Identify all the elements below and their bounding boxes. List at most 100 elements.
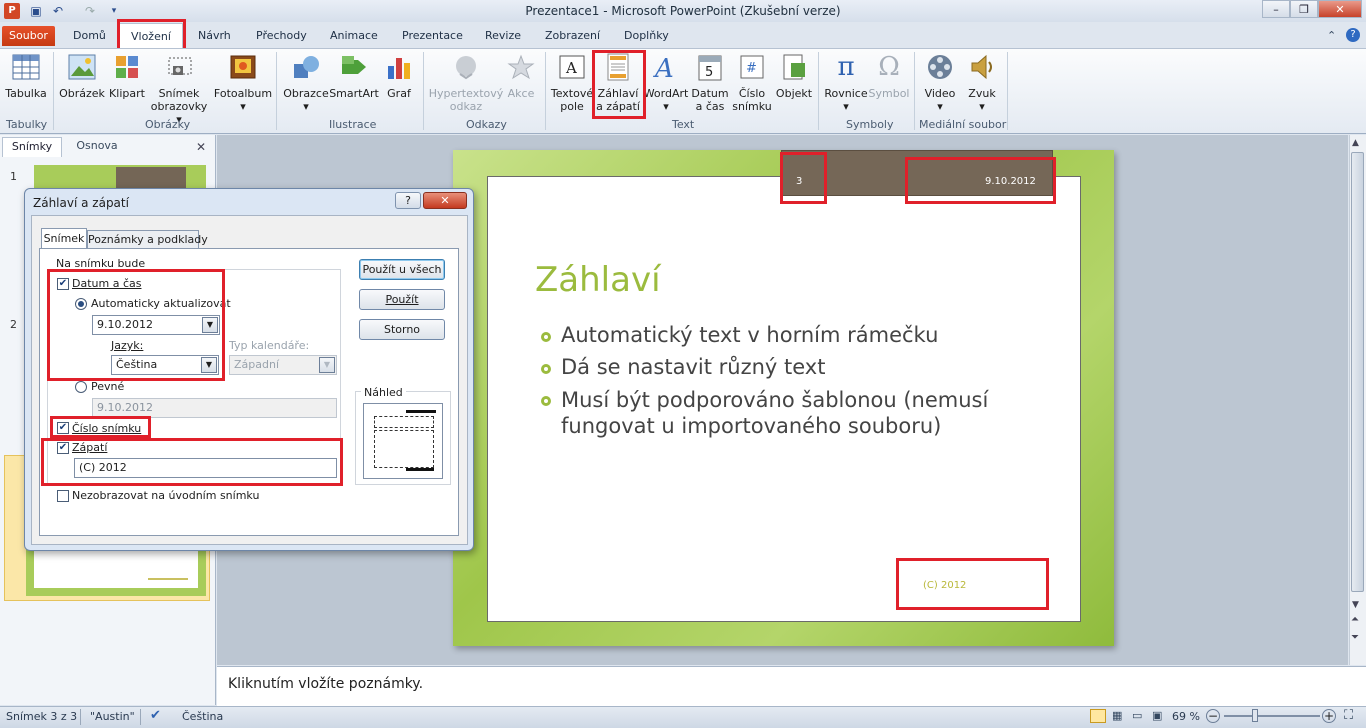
photo-album-button[interactable]: Fotoalbum ▾ <box>212 52 274 113</box>
next-slide-icon[interactable]: ⏷ <box>1351 632 1359 643</box>
svg-text:A: A <box>653 54 674 81</box>
auto-update-label[interactable]: Automaticky aktualizovat <box>91 297 231 310</box>
dropdown-arrow-icon[interactable]: ▼ <box>319 357 335 373</box>
status-language[interactable]: Čeština <box>182 710 223 723</box>
previous-slide-icon[interactable]: ⏶ <box>1351 614 1359 625</box>
bullet-icon <box>541 364 551 374</box>
equation-button[interactable]: π Rovnice ▾ <box>823 52 869 113</box>
datetime-label[interactable]: Datum a čas <box>72 277 141 290</box>
scroll-thumb[interactable] <box>1351 152 1364 592</box>
tab-design[interactable]: Návrh <box>198 29 231 42</box>
slide-canvas[interactable]: 3 9.10.2012 Záhlaví Automatický text v h… <box>453 150 1114 646</box>
preview-dashed-box <box>374 430 434 468</box>
slideshow-icon[interactable]: ▣ <box>1152 709 1162 722</box>
screenshot-button[interactable]: Snímek obrazovky ▾ <box>148 52 210 126</box>
tab-animations[interactable]: Animace <box>330 29 378 42</box>
language-label: Jazyk: <box>111 339 144 352</box>
zoom-slider-thumb[interactable] <box>1252 709 1258 722</box>
header-footer-button[interactable]: Záhlaví a zápatí <box>594 52 642 113</box>
apply-button[interactable]: Použít <box>359 289 445 310</box>
maximize-button[interactable]: ❐ <box>1290 0 1318 18</box>
fixed-date-label[interactable]: Pevné <box>91 380 124 393</box>
zoom-in-icon[interactable]: + <box>1322 709 1336 723</box>
table-icon <box>11 52 41 82</box>
preview-dashed-box <box>374 416 434 428</box>
spellcheck-icon[interactable]: ✔ <box>150 708 161 723</box>
date-time-button[interactable]: 5 Datum a čas <box>690 52 730 113</box>
dropdown-arrow-icon[interactable]: ▼ <box>202 317 218 333</box>
close-window-button[interactable]: ✕ <box>1318 0 1362 18</box>
dialog-close-button[interactable]: ✕ <box>423 192 467 209</box>
minimize-button[interactable]: – <box>1262 0 1290 18</box>
footer-label[interactable]: Zápatí <box>72 441 107 454</box>
smartart-button[interactable]: SmartArt <box>329 52 379 100</box>
zoom-out-icon[interactable]: − <box>1206 709 1220 723</box>
apply-to-all-button[interactable]: Použít u všech <box>359 259 445 280</box>
table-button[interactable]: Tabulka <box>4 52 48 100</box>
action-button[interactable]: Akce <box>504 52 538 100</box>
clipart-button[interactable]: Klipart <box>108 52 146 100</box>
auto-update-radio[interactable] <box>75 298 87 310</box>
zoom-slider[interactable] <box>1224 715 1320 717</box>
tab-file[interactable]: Soubor <box>2 26 55 46</box>
textbox-button[interactable]: A Textové pole <box>551 52 593 113</box>
tab-view[interactable]: Zobrazení <box>545 29 600 42</box>
reading-view-icon[interactable]: ▭ <box>1132 709 1142 722</box>
symbol-button[interactable]: Ω Symbol <box>868 52 910 100</box>
date-format-combobox[interactable]: 9.10.2012 ▼ <box>92 315 220 335</box>
scroll-up-icon[interactable]: ▲ <box>1352 138 1359 148</box>
scroll-down-icon[interactable]: ▼ <box>1352 600 1359 610</box>
preview-thumbnail <box>363 403 443 479</box>
film-reel-icon <box>925 52 955 82</box>
tab-home[interactable]: Domů <box>73 29 106 42</box>
audio-button[interactable]: Zvuk ▾ <box>964 52 1000 113</box>
tab-addins[interactable]: Doplňky <box>624 29 669 42</box>
fixed-date-radio[interactable] <box>75 381 87 393</box>
calendar-type-combobox[interactable]: Západní ▼ <box>229 355 337 375</box>
slide-number-button[interactable]: # Číslo snímku <box>732 52 772 113</box>
ribbon-separator <box>423 52 424 130</box>
ribbon-separator <box>1007 52 1008 130</box>
tab-slide[interactable]: Snímek <box>41 228 87 249</box>
tab-transitions[interactable]: Přechody <box>256 29 307 42</box>
bullet-text-3[interactable]: Musí být podporováno šablonou (nemusí fu… <box>561 387 1031 439</box>
close-pane-icon[interactable]: ✕ <box>196 140 206 154</box>
cancel-button[interactable]: Storno <box>359 319 445 340</box>
video-button[interactable]: Video ▾ <box>920 52 960 113</box>
hide-on-title-slide-checkbox[interactable] <box>57 490 69 502</box>
hide-on-title-slide-label[interactable]: Nezobrazovat na úvodním snímku <box>72 489 259 502</box>
tab-notes-handouts[interactable]: Poznámky a podklady <box>87 230 208 249</box>
bullet-text-2[interactable]: Dá se nastavit různý text <box>561 355 825 379</box>
hyperlink-button[interactable]: Hypertextový odkaz <box>429 52 503 113</box>
fit-slide-icon[interactable]: ⛶ <box>1344 708 1353 723</box>
tab-review[interactable]: Revize <box>485 29 521 42</box>
normal-view-icon[interactable] <box>1090 709 1106 723</box>
footer-text-input[interactable]: (C) 2012 <box>74 458 337 478</box>
bullet-icon <box>541 332 551 342</box>
picture-button[interactable]: Obrázek <box>58 52 106 100</box>
zoom-level[interactable]: 69 % <box>1172 710 1200 723</box>
dropdown-arrow-icon[interactable]: ▼ <box>201 357 217 373</box>
tab-insert[interactable]: Vložení <box>131 30 171 43</box>
slide-sorter-icon[interactable]: ▦ <box>1112 709 1122 722</box>
object-button[interactable]: Objekt <box>774 52 814 100</box>
datetime-checkbox[interactable]: ✔ <box>57 278 69 290</box>
help-icon[interactable]: ? <box>1346 28 1360 42</box>
language-combobox[interactable]: Čeština ▼ <box>111 355 219 375</box>
tab-slides[interactable]: Snímky <box>2 137 62 157</box>
notes-placeholder[interactable]: Kliknutím vložíte poznámky. <box>228 676 423 692</box>
fixed-date-input[interactable]: 9.10.2012 <box>92 398 337 418</box>
slide-number-checkbox[interactable]: ✔ <box>57 422 69 434</box>
group-label-on-slide: Na snímku bude <box>53 257 149 270</box>
slide-number-label[interactable]: Číslo snímku <box>72 422 141 435</box>
slide-title[interactable]: Záhlaví <box>535 260 661 300</box>
footer-checkbox[interactable]: ✔ <box>57 442 69 454</box>
wordart-button[interactable]: A WordArt ▾ <box>644 52 689 113</box>
chevron-up-icon[interactable]: ⌃ <box>1327 29 1336 42</box>
dialog-help-button[interactable]: ? <box>395 192 421 209</box>
tab-outline[interactable]: Osnova <box>64 137 130 157</box>
shapes-button[interactable]: Obrazce ▾ <box>282 52 330 113</box>
tab-slideshow[interactable]: Prezentace <box>402 29 463 42</box>
bullet-text-1[interactable]: Automatický text v horním rámečku <box>561 323 938 347</box>
chart-button[interactable]: Graf <box>380 52 418 100</box>
